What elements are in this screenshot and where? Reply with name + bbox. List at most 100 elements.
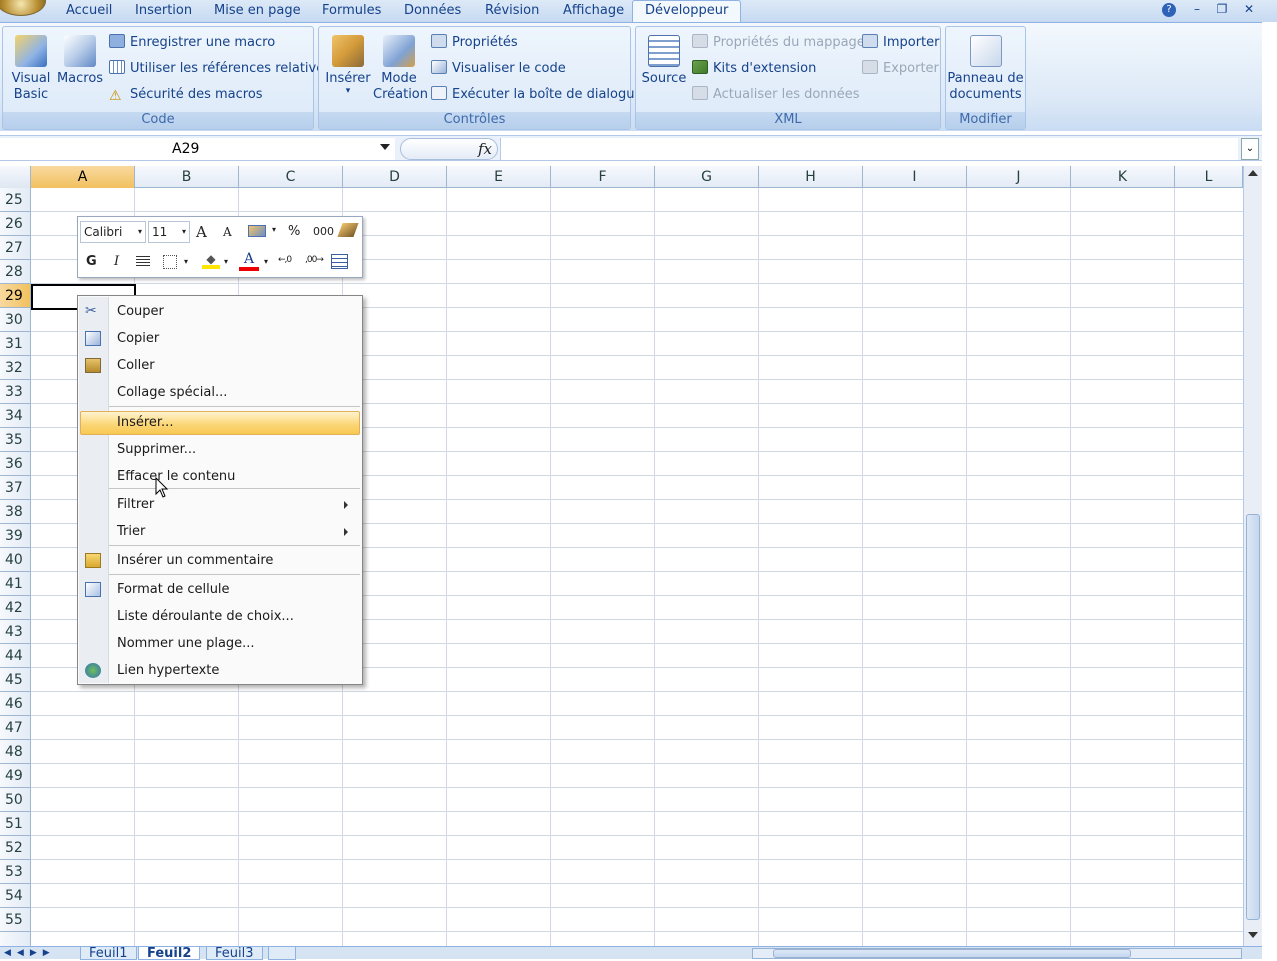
visual-basic-button[interactable]: Visual Basic xyxy=(7,35,55,103)
run-dialog-button[interactable]: Exécuter la boîte de dialogue xyxy=(431,84,643,106)
menu-item-format-de-cellule[interactable]: Format de cellule xyxy=(117,577,230,603)
row-header-34[interactable]: 34 xyxy=(0,404,30,428)
format-painter-icon[interactable] xyxy=(337,223,359,237)
menu-item-trier[interactable]: Trier xyxy=(117,519,145,545)
center-align-icon[interactable] xyxy=(136,256,150,268)
accounting-format-icon[interactable] xyxy=(248,225,266,237)
insert-control-button[interactable]: Insérer ▾ xyxy=(323,35,373,96)
column-header-i[interactable]: I xyxy=(863,166,967,188)
document-panel-button[interactable]: Panneau de documents xyxy=(946,35,1025,103)
name-box[interactable]: A29 xyxy=(0,138,395,160)
column-header-d[interactable]: D xyxy=(343,166,447,188)
row-header-47[interactable]: 47 xyxy=(0,716,30,740)
row-header-40[interactable]: 40 xyxy=(0,548,30,572)
row-header-53[interactable]: 53 xyxy=(0,860,30,884)
vertical-scroll-thumb[interactable] xyxy=(1246,514,1260,920)
row-header-29[interactable]: 29 xyxy=(0,284,30,308)
sheet-tab-feuil2[interactable]: Feuil2 xyxy=(138,947,201,960)
row-header-46[interactable]: 46 xyxy=(0,692,30,716)
column-header-b[interactable]: B xyxy=(135,166,239,188)
new-sheet-icon[interactable] xyxy=(268,947,296,960)
menu-item-couper[interactable]: Couper xyxy=(117,299,164,325)
grow-font-icon[interactable]: A xyxy=(196,223,207,241)
column-header-l[interactable]: L xyxy=(1175,166,1243,188)
italic-icon[interactable]: I xyxy=(114,254,119,269)
minimize-icon[interactable]: – xyxy=(1188,2,1206,16)
column-header-c[interactable]: C xyxy=(239,166,343,188)
record-macro-button[interactable]: Enregistrer une macro xyxy=(109,32,275,54)
row-header-25[interactable]: 25 xyxy=(0,188,30,212)
tab-mise-en-page[interactable]: Mise en page xyxy=(208,2,307,22)
increase-decimal-icon[interactable]: ←,0 xyxy=(278,255,292,265)
menu-item-copier[interactable]: Copier xyxy=(117,326,159,352)
borders-icon[interactable] xyxy=(163,255,177,269)
row-header-41[interactable]: 41 xyxy=(0,572,30,596)
row-header-52[interactable]: 52 xyxy=(0,836,30,860)
row-header-49[interactable]: 49 xyxy=(0,764,30,788)
row-header-38[interactable]: 38 xyxy=(0,500,30,524)
row-header-44[interactable]: 44 xyxy=(0,644,30,668)
row-header-54[interactable]: 54 xyxy=(0,884,30,908)
bold-icon[interactable]: G xyxy=(86,254,97,269)
row-header-43[interactable]: 43 xyxy=(0,620,30,644)
row-header-30[interactable]: 30 xyxy=(0,308,30,332)
name-box-dropdown-icon[interactable] xyxy=(380,144,390,150)
chevron-down-icon[interactable]: ▾ xyxy=(264,257,268,266)
sheet-tab-feuil1[interactable]: Feuil1 xyxy=(80,947,137,960)
row-header-31[interactable]: 31 xyxy=(0,332,30,356)
menu-item-collage-spécial[interactable]: Collage spécial... xyxy=(117,380,227,406)
row-header-36[interactable]: 36 xyxy=(0,452,30,476)
decrease-decimal-icon[interactable]: ,00→ xyxy=(305,255,324,265)
row-header-37[interactable]: 37 xyxy=(0,476,30,500)
font-size-box[interactable]: 11 ▾ xyxy=(148,221,190,243)
menu-item-insérer-un-commentaire[interactable]: Insérer un commentaire xyxy=(117,548,273,574)
row-header-50[interactable]: 50 xyxy=(0,788,30,812)
menu-item-supprimer[interactable]: Supprimer... xyxy=(117,437,196,463)
close-icon[interactable]: ✕ xyxy=(1240,2,1258,16)
import-button[interactable]: Importer xyxy=(862,32,940,54)
column-header-f[interactable]: F xyxy=(551,166,655,188)
chevron-down-icon[interactable]: ▾ xyxy=(272,225,276,234)
menu-item-nommer-une-plage[interactable]: Nommer une plage... xyxy=(117,631,255,657)
sheet-tab-feuil3[interactable]: Feuil3 xyxy=(206,947,263,960)
column-header-e[interactable]: E xyxy=(447,166,551,188)
row-header-35[interactable]: 35 xyxy=(0,428,30,452)
font-name-box[interactable]: Calibri ▾ xyxy=(80,221,146,243)
formula-input[interactable] xyxy=(500,138,1238,160)
office-button[interactable] xyxy=(0,0,46,16)
column-header-g[interactable]: G xyxy=(655,166,759,188)
scroll-down-icon[interactable] xyxy=(1248,932,1258,938)
properties-button[interactable]: Propriétés xyxy=(431,32,518,54)
column-header-a[interactable]: A xyxy=(31,166,135,188)
percent-icon[interactable]: % xyxy=(288,224,300,239)
row-header-27[interactable]: 27 xyxy=(0,236,30,260)
source-button[interactable]: Source xyxy=(638,35,690,87)
macros-button[interactable]: Macros xyxy=(55,35,105,87)
macro-security-button[interactable]: ⚠ Sécurité des macros xyxy=(109,84,263,106)
tab-affichage[interactable]: Affichage xyxy=(557,2,630,22)
thousands-icon[interactable]: 000 xyxy=(313,225,334,238)
menu-item-lien-hypertexte[interactable]: Lien hypertexte xyxy=(117,658,219,684)
row-header-26[interactable]: 26 xyxy=(0,212,30,236)
shrink-font-icon[interactable]: A xyxy=(223,225,232,239)
expansion-packs-button[interactable]: Kits d'extension xyxy=(692,58,816,80)
design-mode-button[interactable]: Mode Création xyxy=(373,35,428,103)
menu-item-filtrer[interactable]: Filtrer xyxy=(117,492,154,518)
relative-references-button[interactable]: Utiliser les références relatives xyxy=(109,58,331,80)
horizontal-scrollbar[interactable] xyxy=(752,948,1242,959)
row-header-51[interactable]: 51 xyxy=(0,812,30,836)
sheet-navigation-icon[interactable]: ◀◀▶▶ xyxy=(4,948,56,958)
menu-item-coller[interactable]: Coller xyxy=(117,353,155,379)
tab-insertion[interactable]: Insertion xyxy=(129,2,198,22)
scroll-up-icon[interactable] xyxy=(1248,170,1258,176)
menu-item-insérer[interactable]: Insérer... xyxy=(117,410,173,436)
row-header-28[interactable]: 28 xyxy=(0,260,30,284)
fill-color-icon[interactable]: ◆ xyxy=(202,253,220,269)
row-header-42[interactable]: 42 xyxy=(0,596,30,620)
font-color-icon[interactable]: A xyxy=(239,251,259,271)
column-header-j[interactable]: J xyxy=(967,166,1071,188)
help-icon[interactable]: ? xyxy=(1162,3,1176,17)
tab-accueil[interactable]: Accueil xyxy=(60,2,118,22)
tab-developpeur[interactable]: Développeur xyxy=(632,0,742,23)
menu-item-liste-déroulante-de-choix[interactable]: Liste déroulante de choix... xyxy=(117,604,294,630)
